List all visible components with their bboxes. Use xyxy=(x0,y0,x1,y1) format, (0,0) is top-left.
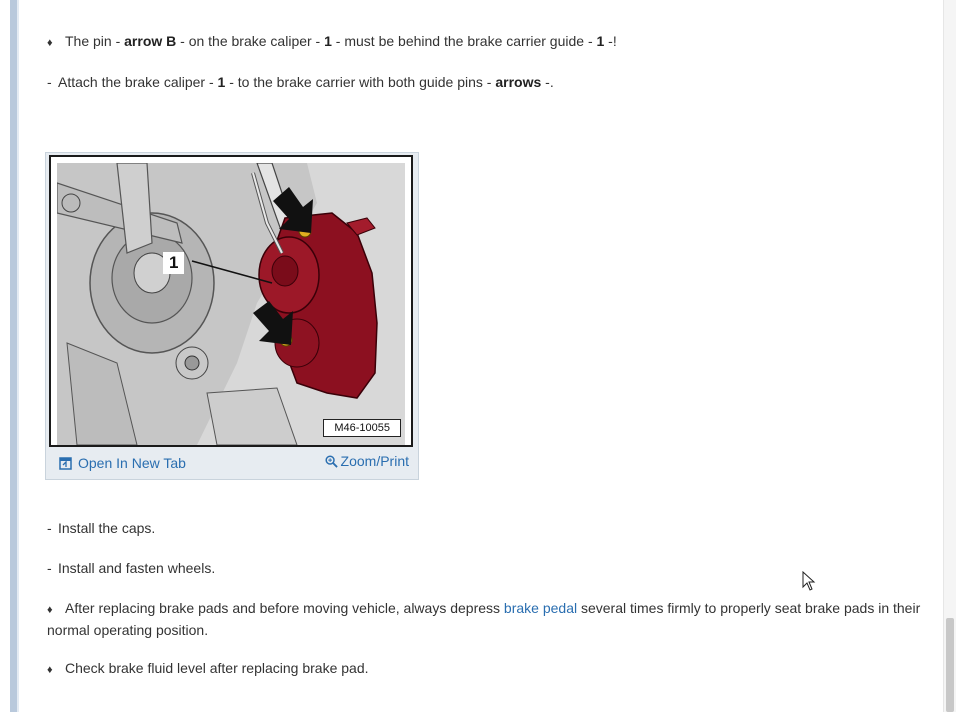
step-attach-caliper: - Attach the brake caliper - 1 - to the b… xyxy=(47,74,554,90)
note-check-fluid: ♦ Check brake fluid level after replacing… xyxy=(47,658,937,680)
figure-reference-label: M46-10055 xyxy=(323,419,401,437)
mouse-cursor-icon xyxy=(802,571,816,591)
caliper-drawing xyxy=(57,163,405,445)
open-new-tab-icon xyxy=(59,457,72,470)
step-install-caps: - Install the caps. xyxy=(47,520,156,536)
bullet-diamond: ♦ xyxy=(47,604,53,616)
left-panel-edge xyxy=(10,0,17,712)
zoom-print-link[interactable]: Zoom/Print xyxy=(324,453,409,469)
bullet-diamond: ♦ xyxy=(47,37,53,49)
left-gutter xyxy=(0,0,10,712)
bullet-diamond: ♦ xyxy=(47,664,53,676)
step-dash: - xyxy=(47,74,52,90)
figure-container: 1 M46-10055 Open In New Tab Zoom/Print xyxy=(45,152,419,480)
note-depress-brake-pedal: ♦ After replacing brake pads and before m… xyxy=(47,600,921,638)
note-pin-behind-guide: ♦ The pin - arrow B - on the brake calipe… xyxy=(47,31,937,53)
magnifier-icon xyxy=(324,455,338,468)
step-dash: - xyxy=(47,520,52,536)
brake-pedal-link[interactable]: brake pedal xyxy=(504,600,577,616)
figure-callout-1: 1 xyxy=(163,252,185,274)
scrollbar-thumb[interactable] xyxy=(946,618,954,712)
step-dash: - xyxy=(47,560,52,576)
figure-actions: Open In New Tab Zoom/Print xyxy=(49,451,413,477)
vertical-scrollbar[interactable] xyxy=(943,0,956,712)
open-in-new-tab-link[interactable]: Open In New Tab xyxy=(59,455,186,471)
left-panel-edge-highlight xyxy=(17,0,19,712)
brake-caliper-illustration[interactable]: 1 M46-10055 xyxy=(49,155,413,447)
